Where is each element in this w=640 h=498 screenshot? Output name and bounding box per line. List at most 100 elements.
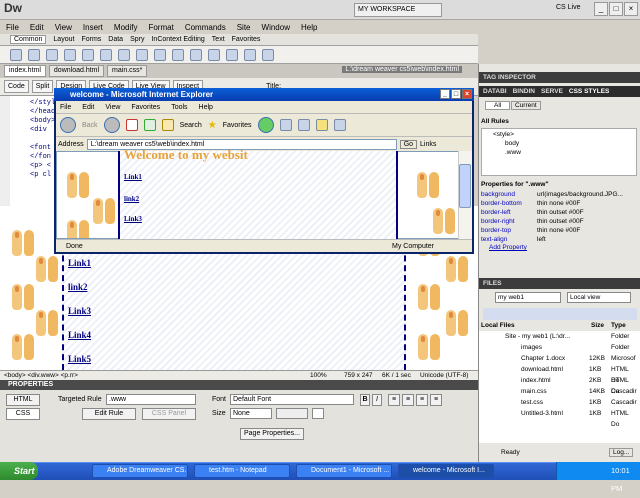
start-button[interactable]: Start <box>0 462 38 480</box>
targeted-rule-select[interactable]: .www <box>106 394 196 405</box>
hr-icon[interactable] <box>64 48 76 61</box>
close-icon[interactable]: × <box>624 2 638 16</box>
maximize-icon[interactable]: □ <box>609 2 623 16</box>
css-prop-row[interactable]: text-align left <box>481 235 637 244</box>
ie-minimize-icon[interactable]: _ <box>440 89 450 99</box>
back-icon[interactable] <box>60 117 76 133</box>
comment-icon[interactable] <box>190 48 202 61</box>
tab-layout[interactable]: Layout <box>53 36 74 43</box>
justify-icon[interactable]: ≡ <box>430 394 442 406</box>
ie-menu-file[interactable]: File <box>60 104 71 111</box>
add-property-link[interactable]: Add Property <box>489 244 527 251</box>
task-dreamweaver[interactable]: Adobe Dreamweaver CS... <box>92 464 188 478</box>
tab-common[interactable]: Common <box>10 35 47 44</box>
tab-css-styles[interactable]: CSS STYLES <box>569 86 609 97</box>
tag-selector[interactable]: <body> <div.www> <p.rr> <box>4 371 78 380</box>
hyperlink-icon[interactable] <box>10 48 22 61</box>
align-right-icon[interactable]: ≡ <box>416 394 428 406</box>
tab-server[interactable]: SERVE <box>541 86 563 97</box>
search-button[interactable]: Search <box>180 122 202 129</box>
back-label[interactable]: Back <box>82 122 98 129</box>
menu-commands[interactable]: Commands <box>185 23 226 32</box>
mail-icon[interactable] <box>279 119 292 131</box>
css-prop-row[interactable]: border-bottom thin none #00F <box>481 199 637 208</box>
task-notepad[interactable]: test.htm - Notepad <box>194 464 290 478</box>
menu-view[interactable]: View <box>55 23 72 32</box>
file-row[interactable]: Site - my web1 (L:\dr... Folder <box>481 331 637 342</box>
tab-data[interactable]: Data <box>108 36 123 43</box>
file-row[interactable]: main.css 14KB Cascadir <box>481 386 637 397</box>
minimize-icon[interactable]: _ <box>594 2 608 16</box>
date-icon[interactable] <box>154 48 166 61</box>
ie-menu-help[interactable]: Help <box>199 104 213 111</box>
ie-titlebar[interactable]: welcome - Microsoft Internet Explorer _ … <box>54 88 474 101</box>
size-select[interactable]: None <box>230 408 272 419</box>
size-col[interactable]: Size <box>591 322 604 329</box>
file-row[interactable]: Chapter 1.docx 12KB Microsof <box>481 353 637 364</box>
local-files-col[interactable]: Local Files <box>481 322 515 329</box>
code-view-button[interactable]: Code <box>4 80 29 93</box>
site-select[interactable]: my web1 <box>495 292 561 303</box>
rule-www[interactable]: .www <box>505 149 521 156</box>
menu-modify[interactable]: Modify <box>114 23 138 32</box>
design-link-3[interactable]: Link3 <box>68 306 91 316</box>
table-icon[interactable] <box>82 48 94 61</box>
ie-scroll-thumb[interactable] <box>459 164 471 208</box>
template-icon[interactable] <box>244 48 256 61</box>
server-include-icon[interactable] <box>172 48 184 61</box>
design-link-2[interactable]: link2 <box>68 282 88 292</box>
window-size[interactable]: 759 x 247 <box>344 371 373 380</box>
menu-format[interactable]: Format <box>148 23 173 32</box>
files-header[interactable]: FILES <box>479 278 640 289</box>
html-mode-button[interactable]: HTML <box>6 394 40 406</box>
bold-button[interactable]: B <box>360 394 370 406</box>
forward-icon[interactable] <box>103 117 120 133</box>
edit-rule-button[interactable]: Edit Rule <box>82 408 136 420</box>
task-ie[interactable]: welcome - Microsoft I... <box>398 464 494 478</box>
ie-menu-tools[interactable]: Tools <box>171 104 187 111</box>
doc-tab-download[interactable]: download.html <box>48 65 105 77</box>
css-prop-row[interactable]: border-right thin outset #00F <box>481 217 637 226</box>
tab-text[interactable]: Text <box>212 36 225 43</box>
menu-edit[interactable]: Edit <box>30 23 44 32</box>
tab-incontext[interactable]: InContext Editing <box>151 36 204 43</box>
css-panel-button[interactable]: CSS Panel <box>142 408 196 420</box>
type-col[interactable]: Type <box>611 322 626 329</box>
align-left-icon[interactable]: ≡ <box>388 394 400 406</box>
split-view-button[interactable]: Split <box>31 80 54 93</box>
css-prop-row[interactable]: border-top thin none #00F <box>481 226 637 235</box>
home-icon[interactable] <box>161 119 174 131</box>
go-button[interactable]: Go <box>399 139 418 149</box>
file-row[interactable]: download.html 1KB HTML Do <box>481 364 637 384</box>
size-unit-select[interactable] <box>276 408 308 419</box>
favorites-star-icon[interactable]: ★ <box>208 120 217 131</box>
menu-help[interactable]: Help <box>301 23 317 32</box>
file-row[interactable]: Untitled-3.html 1KB HTML Do <box>481 408 637 428</box>
current-button[interactable]: Current <box>511 101 541 110</box>
tab-forms[interactable]: Forms <box>81 36 101 43</box>
ie-link-3[interactable]: Link3 <box>124 215 142 223</box>
font-select[interactable]: Default Font <box>230 394 354 405</box>
ie-maximize-icon[interactable]: □ <box>451 89 461 99</box>
ie-link-1[interactable]: Link1 <box>124 173 142 181</box>
view-select[interactable]: Local view <box>567 292 631 303</box>
css-mode-button[interactable]: CSS <box>6 408 40 420</box>
links-button[interactable]: Links <box>420 141 436 148</box>
italic-button[interactable]: I <box>372 394 382 406</box>
log-button[interactable]: Log... <box>609 448 634 457</box>
tab-bindings[interactable]: BINDIN <box>513 86 535 97</box>
ie-menu-favorites[interactable]: Favorites <box>131 104 160 111</box>
tab-favorites[interactable]: Favorites <box>232 36 261 43</box>
zoom-level[interactable]: 100% <box>310 371 327 380</box>
page-properties-button[interactable]: Page Properties... <box>240 428 304 440</box>
rule-body[interactable]: body <box>505 140 519 147</box>
named-anchor-icon[interactable] <box>46 48 58 61</box>
file-row[interactable]: index.html 2KB HTML Do <box>481 375 637 395</box>
doc-tab-index[interactable]: index.html <box>4 65 46 77</box>
file-row[interactable]: test.css 1KB Cascadir <box>481 397 637 408</box>
workspace-switcher[interactable]: MY WORKSPACE <box>354 3 442 17</box>
email-link-icon[interactable] <box>28 48 40 61</box>
stop-icon[interactable] <box>125 119 138 131</box>
doc-tab-main-css[interactable]: main.css* <box>107 65 148 77</box>
file-row[interactable]: images Folder <box>481 342 637 353</box>
